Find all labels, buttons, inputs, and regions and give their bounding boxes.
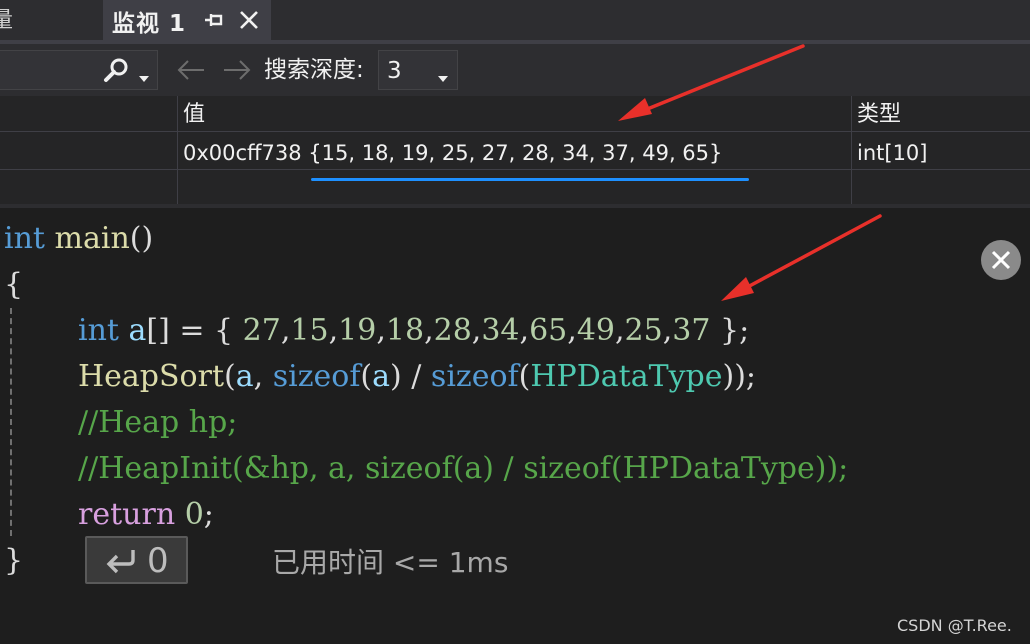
code-line[interactable]: //Heap hp; — [78, 400, 237, 446]
code-token: ( — [518, 359, 531, 394]
code-token: sizeof — [430, 359, 519, 394]
search-input[interactable] — [0, 50, 158, 90]
code-token: 49 — [576, 313, 615, 348]
cell-value[interactable]: 0x00cff738 {15, 18, 19, 25, 27, 28, 34, … — [183, 136, 722, 170]
pin-icon[interactable] — [199, 5, 227, 35]
code-token: 28 — [433, 313, 472, 348]
tab-watch-1[interactable]: 监视 1 — [103, 0, 271, 40]
watch-toolbar: 搜索深度: 3 — [0, 44, 1030, 96]
code-token: , — [662, 313, 673, 348]
tool-window-tabstrip: 量 监视 1 — [0, 0, 1030, 44]
code-token: ) / — [390, 359, 431, 394]
code-token: , — [253, 359, 273, 394]
row-divider — [0, 131, 1030, 132]
code-token: ( — [224, 359, 236, 394]
code-token: , — [471, 313, 482, 348]
code-token: HPDataType — [530, 359, 723, 394]
search-icon[interactable] — [100, 57, 132, 85]
code-token: ; — [203, 497, 214, 532]
tab-watch-1-label: 监视 1 — [112, 11, 187, 37]
cell-type: int[10] — [857, 141, 928, 165]
close-circle-icon[interactable] — [981, 240, 1021, 280]
code-token: , — [567, 313, 577, 348]
code-token: return — [78, 497, 176, 532]
code-token: 65 — [529, 313, 568, 348]
indent-guide — [10, 308, 12, 536]
code-line[interactable]: int a[] = { 27,15,19,18,28,34,65,49,25,3… — [78, 308, 749, 354]
code-token: int — [78, 313, 119, 348]
code-token: , — [280, 313, 291, 348]
watch-grid: 值 类型 0x00cff738 {15, 18, 19, 25, 27, 28,… — [0, 96, 1030, 208]
code-token: //Heap hp; — [78, 405, 238, 440]
code-line[interactable]: } — [4, 538, 23, 584]
close-icon[interactable] — [233, 4, 265, 36]
code-token: a — [128, 313, 147, 348]
chevron-down-icon[interactable] — [138, 68, 150, 82]
code-line[interactable]: int main() — [4, 216, 153, 262]
column-header-value[interactable]: 值 — [183, 96, 205, 132]
code-line[interactable]: //HeapInit(&hp, a, sizeof(a) / sizeof(HP… — [78, 446, 848, 492]
code-token: a — [372, 359, 391, 394]
highlight-underline — [311, 178, 749, 181]
tab-locals-partial[interactable]: 量 — [0, 0, 100, 40]
code-token: 0 — [184, 497, 204, 532]
code-token: sizeof — [272, 359, 361, 394]
search-depth-select[interactable]: 3 — [378, 50, 458, 90]
code-token: 15 — [290, 313, 329, 348]
code-token: 27 — [242, 313, 281, 348]
code-token: }; — [710, 313, 750, 348]
code-token: { — [4, 267, 24, 302]
code-token: main — [54, 221, 130, 256]
code-token: , — [328, 313, 339, 348]
code-token: [] = { — [146, 313, 243, 348]
code-token: HeapSort — [78, 359, 225, 394]
watermark: CSDN @T.Ree. — [897, 616, 1012, 635]
arrow-right-icon[interactable] — [220, 56, 254, 84]
code-line[interactable]: HeapSort(a, sizeof(a) / sizeof(HPDataTyp… — [78, 354, 756, 400]
code-token: )); — [722, 359, 757, 394]
return-value-badge: 0 — [85, 536, 188, 584]
code-token: ( — [360, 359, 373, 394]
column-divider[interactable] — [177, 96, 178, 204]
column-header-name[interactable] — [0, 96, 177, 132]
column-header-type[interactable]: 类型 — [857, 96, 901, 132]
code-token: //HeapInit(&hp, a, sizeof(a) / sizeof(HP… — [78, 451, 849, 486]
code-token: 25 — [624, 313, 663, 348]
code-token: 18 — [385, 313, 425, 348]
code-token: , — [519, 313, 530, 348]
elapsed-time: 已用时间 <= 1ms — [272, 546, 509, 579]
code-token: , — [376, 313, 386, 348]
code-token: () — [129, 221, 154, 256]
arrow-left-icon[interactable] — [174, 56, 208, 84]
search-depth-label: 搜索深度: — [264, 57, 364, 83]
code-token: 37 — [672, 313, 711, 348]
chevron-down-icon[interactable] — [437, 68, 449, 82]
code-line[interactable]: return 0; — [78, 492, 214, 538]
code-token: a — [235, 359, 254, 394]
column-divider[interactable] — [851, 96, 852, 204]
code-token: , — [615, 313, 625, 348]
return-value: 0 — [147, 541, 169, 581]
code-token: 34 — [481, 313, 520, 348]
code-editor[interactable]: int main(){int a[] = { 27,15,19,18,28,34… — [0, 208, 1030, 644]
return-arrow-icon — [103, 546, 139, 576]
code-token: 19 — [338, 313, 377, 348]
code-token: , — [424, 313, 434, 348]
search-depth-value: 3 — [387, 58, 402, 84]
code-token: int — [4, 221, 45, 256]
code-token: } — [4, 543, 24, 578]
code-line[interactable]: { — [4, 262, 23, 308]
